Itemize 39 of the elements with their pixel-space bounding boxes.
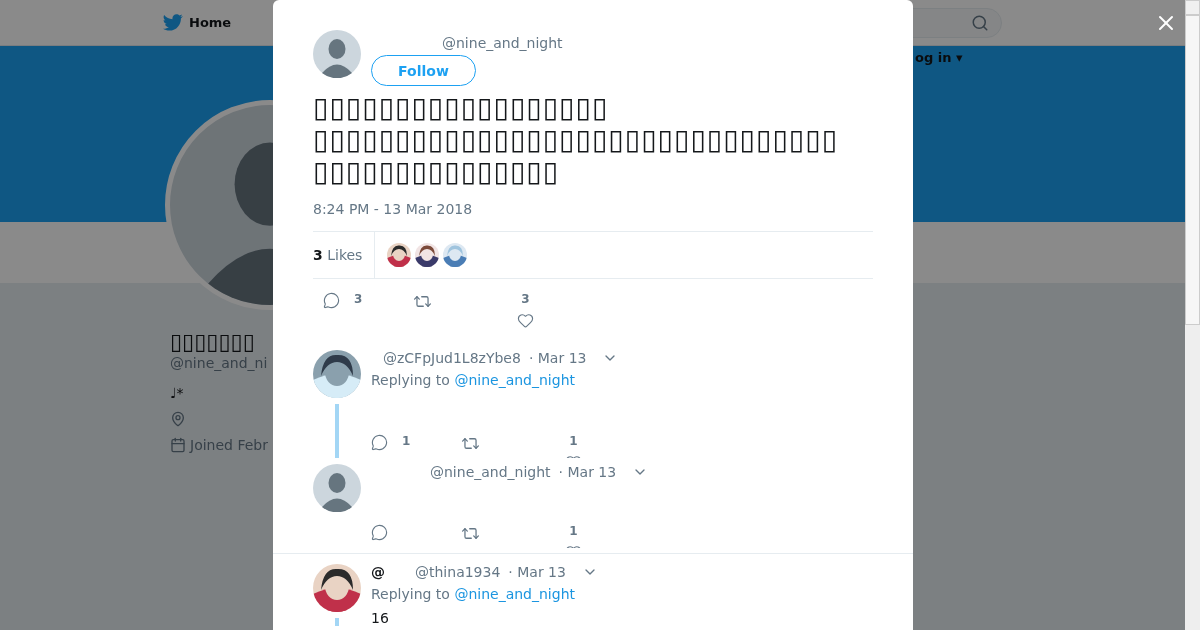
like-count: 1 bbox=[569, 434, 578, 448]
avatar-icon bbox=[313, 30, 361, 78]
calendar-icon bbox=[170, 437, 186, 453]
reply-date[interactable]: · Mar 13 bbox=[528, 350, 587, 366]
location-icon bbox=[170, 411, 186, 427]
reply-icon[interactable] bbox=[371, 434, 388, 451]
reply-icon[interactable] bbox=[323, 292, 340, 309]
reply-count: 3 bbox=[354, 292, 363, 306]
likes-count[interactable]: 3 Likes bbox=[313, 232, 376, 278]
reply-handle[interactable]: @zCFpJud1L8zYbe8 bbox=[383, 350, 521, 366]
scrollbar[interactable] bbox=[1185, 0, 1200, 630]
mention-link[interactable]: @nine_and_night bbox=[454, 586, 575, 602]
heart-icon[interactable] bbox=[517, 312, 534, 329]
replying-to: Replying to @nine_and_night bbox=[371, 586, 576, 602]
mention-link[interactable]: @nine_and_night bbox=[454, 372, 575, 388]
profile-handle: @nine_and_ni bbox=[170, 355, 268, 371]
follow-button[interactable]: Follow bbox=[371, 55, 476, 86]
joined-date: Joined Febr bbox=[190, 437, 268, 453]
search-icon bbox=[971, 13, 989, 32]
author-handle[interactable]: @nine_and_night bbox=[371, 35, 563, 51]
reply-handle[interactable]: @thina1934 bbox=[415, 564, 501, 580]
reply-author-name[interactable]: @ bbox=[371, 564, 385, 580]
reply-count: 1 bbox=[402, 434, 411, 448]
tweet-timestamp: 8:24 PM - 13 Mar 2018 bbox=[313, 201, 474, 217]
tweet-text: ▯▯▯▯▯▯▯▯▯▯▯▯▯▯▯▯▯▯ ▯▯▯▯▯▯▯▯▯▯▯▯▯▯▯▯▯▯▯▯▯▯▯▯▯▯▯▯▯▯▯▯ ▯▯▯▯▯▯▯▯▯▯▯▯▯▯▯ bbox=[313, 92, 840, 188]
reply-icon[interactable] bbox=[371, 524, 388, 541]
profile-bio: ♩* bbox=[170, 385, 184, 401]
reply-date[interactable]: · Mar 13 bbox=[558, 464, 617, 480]
login-link[interactable]: og in ▾ bbox=[915, 50, 963, 65]
home-link[interactable]: Home bbox=[163, 14, 232, 31]
reply-date[interactable]: · Mar 13 bbox=[508, 564, 566, 580]
profile-name: ▯▯▯▯▯▯▯ bbox=[170, 329, 255, 355]
avatar-icon bbox=[313, 464, 361, 512]
like-count: 3 bbox=[521, 292, 530, 306]
reply-handle[interactable]: @nine_and_night bbox=[430, 464, 551, 480]
reply-text: 16 bbox=[371, 610, 390, 626]
like-count: 1 bbox=[569, 524, 578, 538]
replying-to: Replying to @nine_and_night bbox=[371, 372, 576, 388]
bird-logo-icon[interactable] bbox=[163, 14, 183, 31]
